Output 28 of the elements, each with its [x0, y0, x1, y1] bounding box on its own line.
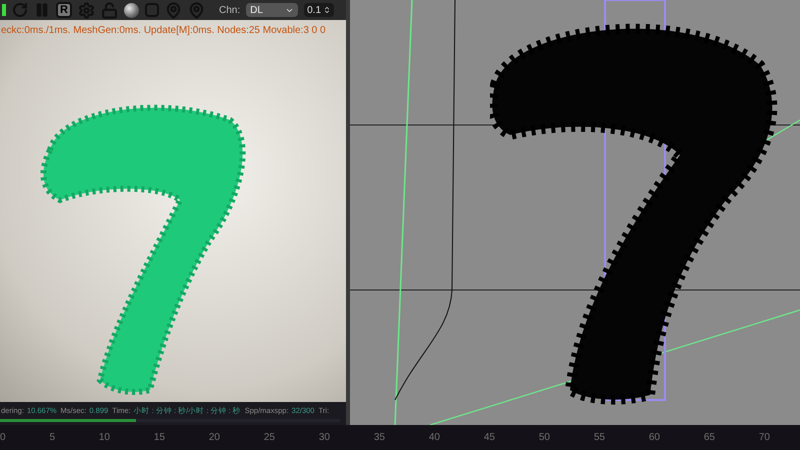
timeline-tick: 15	[154, 431, 165, 445]
timeline-tick: 45	[484, 431, 495, 445]
timeline-tick: 0	[0, 431, 6, 445]
channel-label: Chn:	[219, 4, 240, 18]
pin-icon[interactable]	[165, 2, 182, 18]
timeline-tick: 25	[264, 431, 275, 445]
timeline-tick: 50	[538, 431, 550, 445]
timeline-tick: 60	[648, 431, 660, 445]
timeline-tick: 5	[49, 431, 55, 445]
timeline-tick: 30	[318, 431, 330, 445]
pin-icon[interactable]	[188, 2, 205, 18]
start-icon[interactable]	[2, 4, 6, 16]
timeline-tick: 10	[98, 431, 110, 445]
pause-icon[interactable]	[34, 2, 50, 18]
unlocked-icon[interactable]	[101, 2, 118, 18]
step-spinner[interactable]: 0.1	[304, 3, 334, 17]
region-render-button[interactable]: R	[56, 2, 72, 18]
timeline-tick: 65	[704, 431, 715, 445]
timeline-tick: 70	[758, 431, 770, 445]
render-info-text: eckc:0ms./1ms. MeshGen:0ms. Update[M]:0ms. Nodes:25 Movable:3 0 0	[0, 24, 327, 38]
timeline-tick: 35	[374, 431, 385, 445]
channel-dropdown[interactable]: DL	[246, 3, 298, 17]
settings-icon[interactable]	[78, 2, 95, 18]
refresh-icon[interactable]	[12, 2, 28, 18]
timeline-tick: 55	[594, 431, 605, 445]
timeline-tick: 40	[428, 431, 440, 445]
spinner-arrows-icon	[323, 6, 332, 14]
timeline-tick: 20	[208, 431, 220, 445]
